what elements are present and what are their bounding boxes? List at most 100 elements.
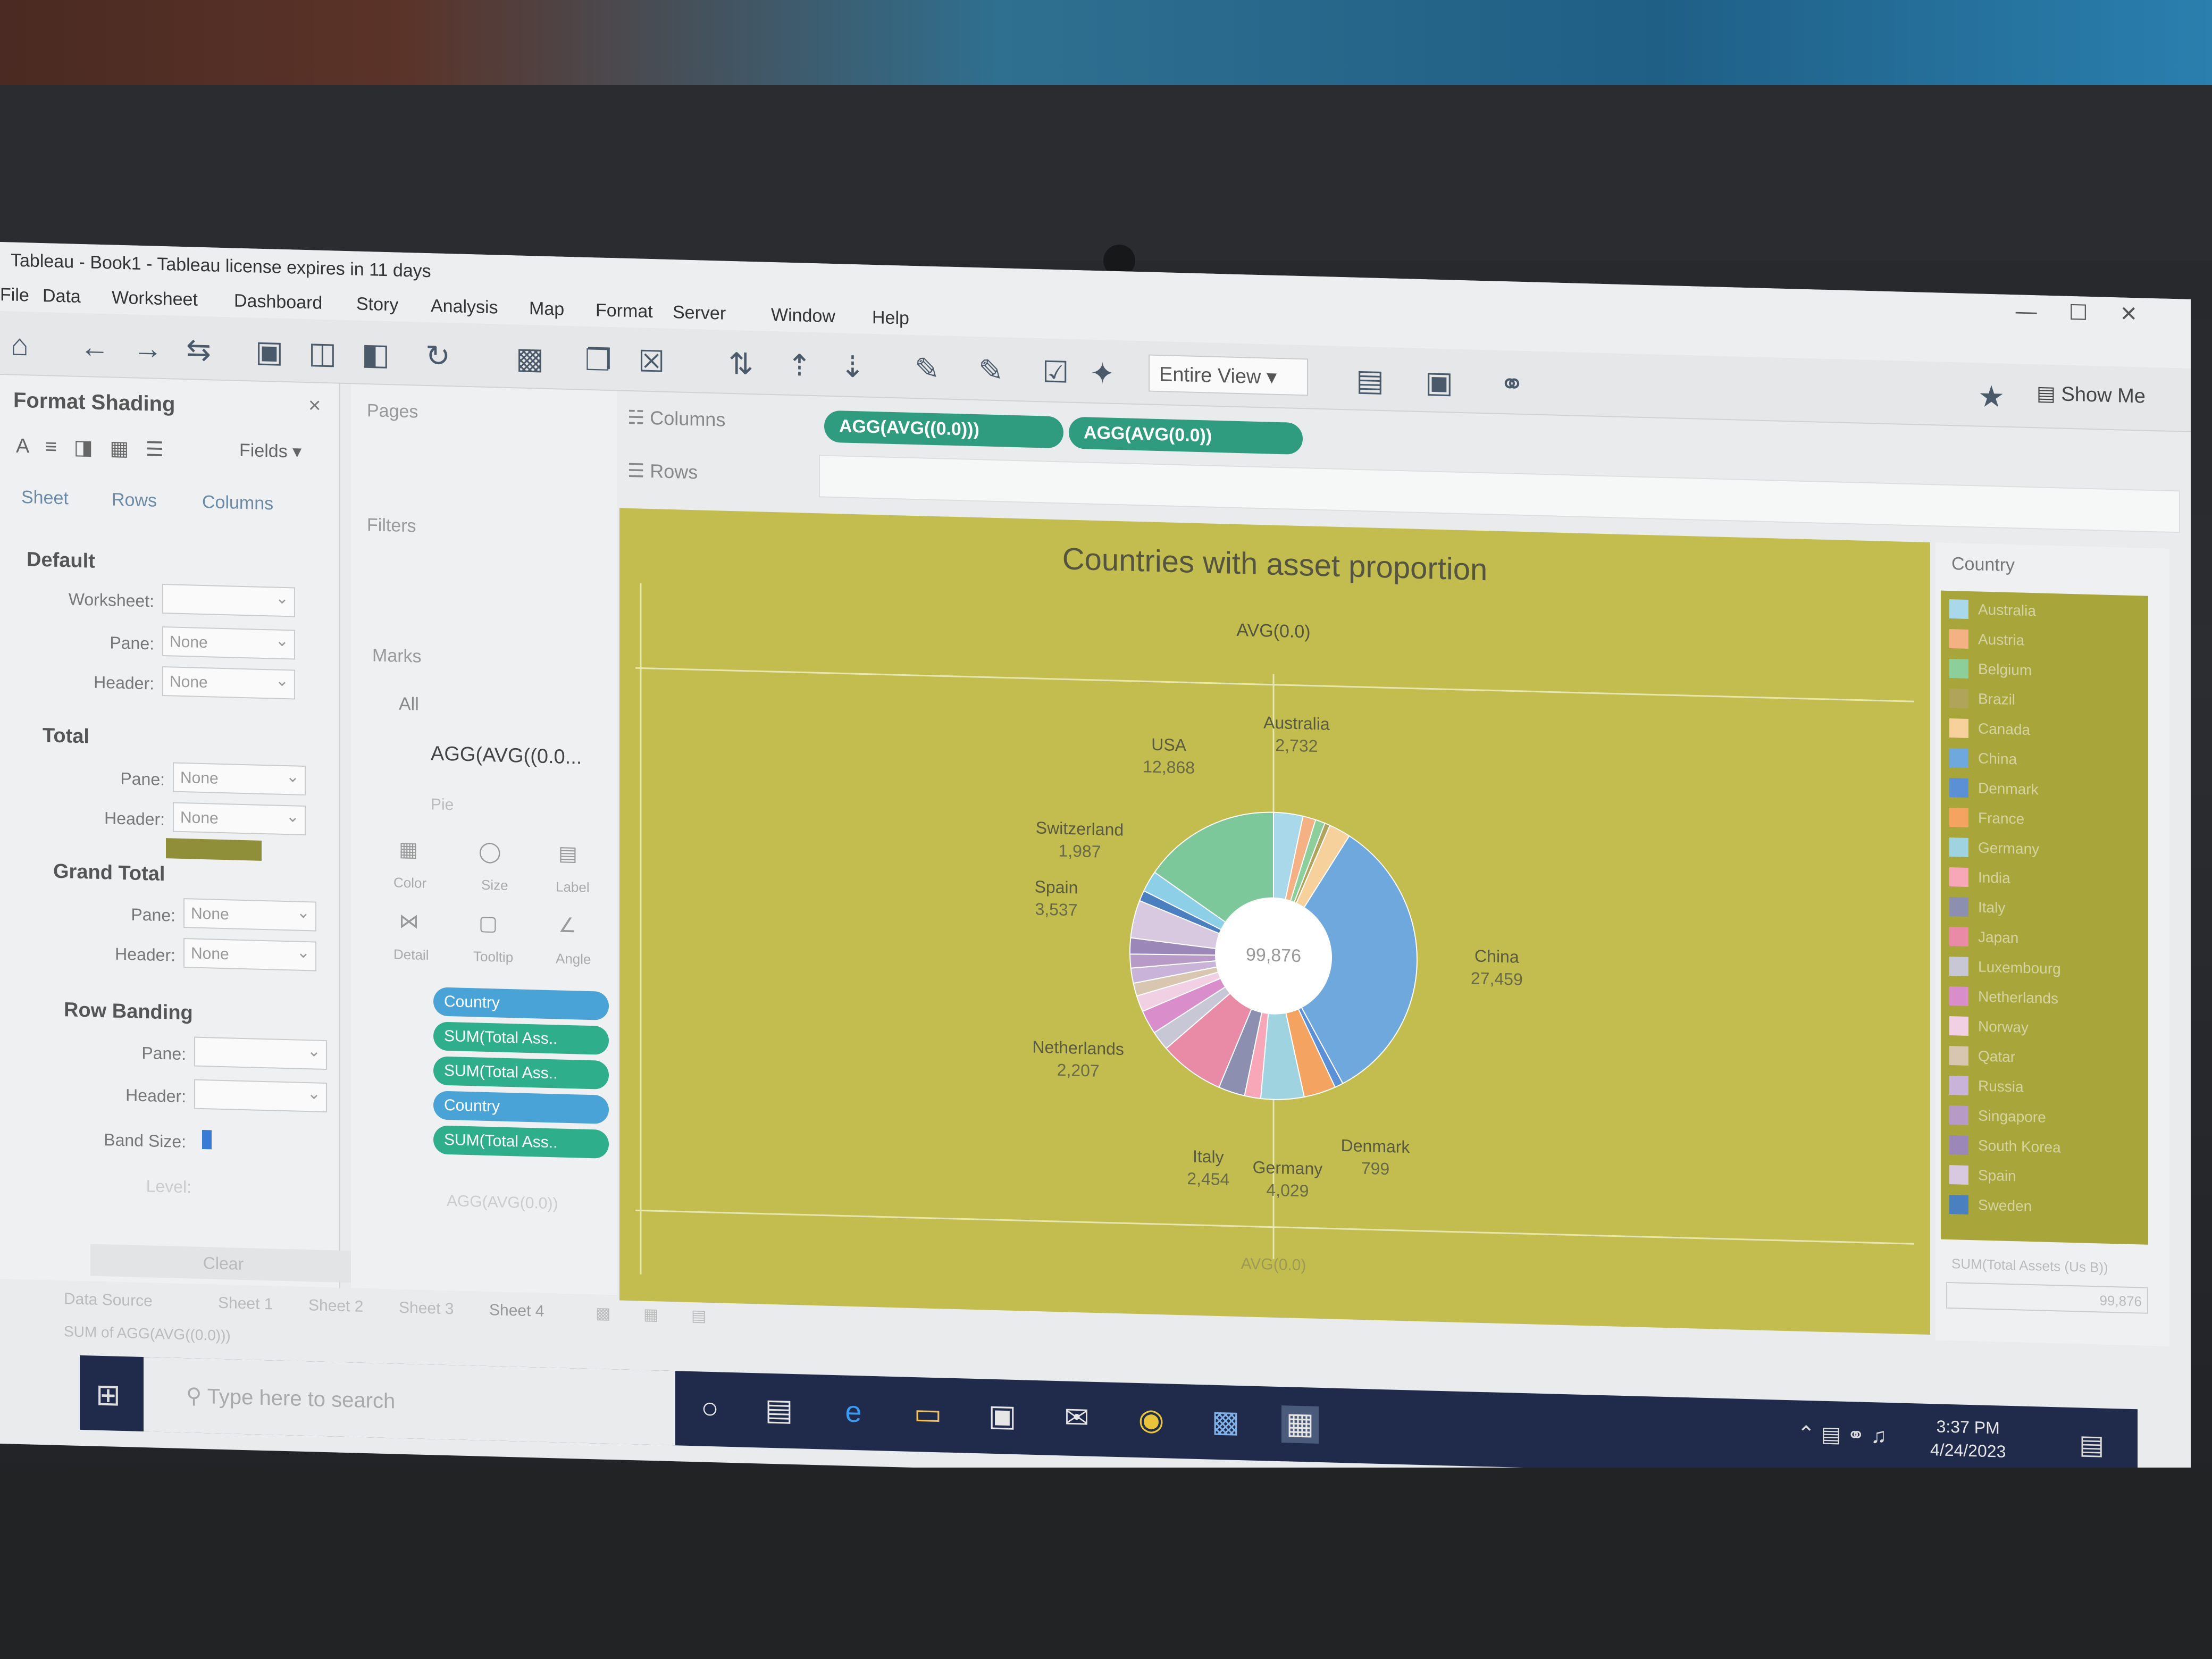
menu-item-help[interactable]: Help bbox=[872, 307, 909, 329]
menu-item-window[interactable]: Window bbox=[771, 305, 835, 327]
duplicate-icon[interactable]: ❐ bbox=[585, 342, 611, 378]
menu-item-dashboard[interactable]: Dashboard bbox=[234, 291, 322, 314]
row-banding-pane-dropdown[interactable] bbox=[194, 1036, 327, 1070]
tooltip-icon[interactable]: ▢ bbox=[479, 911, 498, 936]
app-icon[interactable]: ▩ bbox=[1207, 1403, 1244, 1442]
fields-dropdown[interactable]: Fields ▾ bbox=[239, 440, 301, 463]
grand-total-header-dropdown[interactable]: None bbox=[183, 938, 316, 971]
new-datasource-icon[interactable]: ◫ bbox=[308, 335, 337, 371]
band-size-slider[interactable] bbox=[202, 1129, 212, 1150]
detail-icon[interactable]: ⋈ bbox=[399, 909, 419, 934]
legend-item[interactable]: Spain bbox=[1947, 1162, 2144, 1193]
group-icon[interactable]: ✎ bbox=[978, 353, 1003, 388]
legend-item[interactable]: Japan bbox=[1947, 924, 2144, 954]
viz-canvas[interactable]: Countries with asset proportion AVG(0.0)… bbox=[619, 508, 1930, 1335]
menu-item-file[interactable]: File bbox=[0, 284, 29, 306]
store-icon[interactable]: ▣ bbox=[984, 1397, 1021, 1436]
legend-item[interactable]: Sweden bbox=[1947, 1192, 2144, 1222]
notification-icon[interactable]: ▤ bbox=[2079, 1429, 2104, 1460]
default-pane-dropdown[interactable]: None bbox=[162, 626, 295, 660]
edge-icon[interactable]: e bbox=[835, 1394, 872, 1432]
new-worksheet-icon[interactable]: ▩ bbox=[516, 340, 544, 376]
total-pane-dropdown[interactable]: None bbox=[173, 762, 306, 796]
highlight-icon[interactable]: ✎ bbox=[915, 351, 940, 387]
menu-item-format[interactable]: Format bbox=[596, 300, 653, 322]
presentation-icon[interactable]: ▣ bbox=[1425, 364, 1453, 400]
menu-item-map[interactable]: Map bbox=[529, 298, 564, 320]
pin-icon[interactable]: ✦ bbox=[1090, 356, 1115, 391]
row-banding-header-dropdown[interactable] bbox=[194, 1079, 327, 1113]
menu-item-server[interactable]: Server bbox=[673, 302, 726, 324]
size-icon[interactable]: ◯ bbox=[479, 840, 501, 864]
menu-item-worksheet[interactable]: Worksheet bbox=[112, 287, 198, 310]
legend-item[interactable]: Belgium bbox=[1947, 656, 2144, 686]
labels-icon[interactable]: ☑ bbox=[1042, 354, 1069, 390]
file-explorer-icon[interactable]: ▭ bbox=[909, 1396, 946, 1434]
sort-ascending-icon[interactable]: ⇡ bbox=[787, 348, 812, 383]
worksheet-color-dropdown[interactable] bbox=[162, 583, 295, 617]
pill-sum-total-assets-label[interactable]: SUM(Total Ass.. bbox=[433, 1125, 609, 1159]
tab-sheet-1[interactable]: Sheet 1 bbox=[218, 1294, 273, 1314]
tab-sheet-4[interactable]: Sheet 4 bbox=[489, 1301, 544, 1321]
windows-start-icon[interactable]: ⊞ bbox=[96, 1377, 121, 1413]
sort-descending-icon[interactable]: ⇣ bbox=[840, 349, 865, 384]
legend-item[interactable]: India bbox=[1947, 864, 2144, 895]
new-dashboard-icon[interactable]: ▦ bbox=[643, 1305, 658, 1325]
marks-measure-1[interactable]: AGG(AVG((0.0... bbox=[431, 742, 582, 769]
total-header-dropdown[interactable]: None bbox=[173, 802, 306, 836]
default-header-dropdown[interactable]: None bbox=[162, 666, 295, 700]
legend-item[interactable]: Luxembourg bbox=[1947, 953, 2144, 984]
mark-type-dropdown[interactable]: Pie bbox=[431, 795, 454, 814]
tab-rows[interactable]: Rows bbox=[112, 489, 157, 511]
menu-item-data[interactable]: Data bbox=[43, 286, 81, 307]
tab-columns[interactable]: Columns bbox=[202, 492, 273, 515]
menu-item-story[interactable]: Story bbox=[356, 294, 398, 316]
pause-updates-icon[interactable]: ◧ bbox=[362, 337, 390, 372]
legend-item[interactable]: Brazil bbox=[1947, 685, 2144, 716]
legend-item[interactable]: South Korea bbox=[1947, 1132, 2144, 1163]
pill-country-label[interactable]: Country bbox=[433, 1091, 609, 1124]
redo-icon[interactable]: → bbox=[133, 331, 163, 366]
legend-item[interactable]: Germany bbox=[1947, 834, 2144, 865]
show-me-button[interactable]: ▤ Show Me bbox=[2037, 381, 2146, 408]
taskbar-clock[interactable]: 3:37 PM 4/24/2023 bbox=[1930, 1414, 2006, 1463]
legend-item[interactable]: Qatar bbox=[1947, 1043, 2144, 1074]
marks-measure-2[interactable]: AGG(AVG(0.0)) bbox=[447, 1192, 558, 1213]
column-pill-1[interactable]: AGG(AVG((0.0))) bbox=[824, 410, 1063, 449]
replay-icon[interactable]: ⇆ bbox=[186, 332, 211, 367]
color-icon[interactable]: ▦ bbox=[399, 837, 418, 862]
new-story-icon[interactable]: ▤ bbox=[691, 1306, 706, 1326]
pill-sum-total-assets-tooltip[interactable]: SUM(Total Ass.. bbox=[433, 1056, 609, 1090]
legend-item[interactable]: Australia bbox=[1947, 596, 2144, 627]
legend-item[interactable]: Canada bbox=[1947, 715, 2144, 746]
legend-item[interactable]: Netherlands bbox=[1947, 983, 2144, 1014]
cortana-icon[interactable]: ○ bbox=[691, 1390, 728, 1428]
clear-button[interactable]: Clear bbox=[90, 1244, 356, 1283]
taskbar-search[interactable]: ⚲ Type here to search bbox=[144, 1357, 675, 1446]
undo-icon[interactable]: ← bbox=[80, 329, 110, 364]
pill-sum-total-assets-angle[interactable]: SUM(Total Ass.. bbox=[433, 1021, 609, 1055]
label-icon[interactable]: ▤ bbox=[558, 841, 577, 866]
show-cards-icon[interactable]: ▤ bbox=[1356, 363, 1384, 398]
legend-item[interactable]: Austria bbox=[1947, 626, 2144, 657]
mail-icon[interactable]: ✉ bbox=[1058, 1400, 1095, 1438]
new-sheet-icon[interactable]: ▩ bbox=[596, 1304, 610, 1323]
system-tray-icons[interactable]: ⌃ ▤ ⚭ ♫ bbox=[1797, 1422, 1887, 1448]
home-icon[interactable]: ⌂ bbox=[11, 328, 29, 363]
format-type-icons[interactable]: A ≡ ◨ ▦ ☰ bbox=[16, 434, 164, 462]
close-icon[interactable]: × bbox=[308, 393, 321, 418]
chrome-icon[interactable]: ◉ bbox=[1133, 1402, 1170, 1440]
refresh-icon[interactable]: ↻ bbox=[425, 338, 450, 374]
swap-icon[interactable]: ⇅ bbox=[728, 346, 753, 382]
tab-sheet-2[interactable]: Sheet 2 bbox=[308, 1296, 363, 1316]
legend-list[interactable]: Australia Austria Belgium Brazil Canada China… bbox=[1941, 590, 2148, 1245]
grand-total-pane-dropdown[interactable]: None bbox=[183, 898, 316, 932]
view-fit-dropdown[interactable]: Entire View ▾ bbox=[1149, 354, 1308, 396]
share-icon[interactable]: ⚭ bbox=[1499, 366, 1524, 402]
legend-item[interactable]: Norway bbox=[1947, 1013, 2144, 1044]
window-controls[interactable]: —☐✕ bbox=[2016, 299, 2169, 328]
column-pill-2[interactable]: AGG(AVG(0.0)) bbox=[1069, 416, 1303, 455]
legend-item[interactable]: Italy bbox=[1947, 894, 2144, 925]
pill-country-color[interactable]: Country bbox=[433, 987, 609, 1020]
clear-sheet-icon[interactable]: ☒ bbox=[638, 343, 665, 379]
